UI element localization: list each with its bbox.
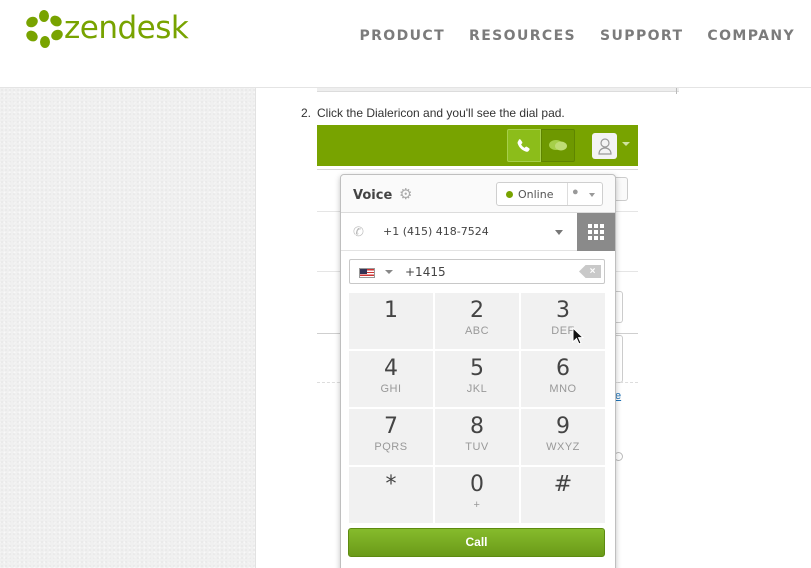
key-digit: 9 <box>556 414 570 439</box>
nav-resources[interactable]: RESOURCES <box>469 28 576 44</box>
phone-line-icon: ✆ <box>353 224 364 239</box>
status-dropdown[interactable]: Online ● <box>496 182 603 206</box>
key-9[interactable]: 9 WXYZ <box>521 409 605 465</box>
key-digit: 1 <box>384 298 398 323</box>
call-button[interactable]: Call <box>348 528 605 557</box>
divider <box>567 183 568 205</box>
key-hash[interactable]: # <box>521 467 605 523</box>
step-number: 2. <box>301 106 312 120</box>
online-dot-icon <box>506 191 513 198</box>
key-letters: MNO <box>549 383 577 395</box>
key-letters: + <box>473 499 481 511</box>
key-star[interactable]: * <box>349 467 433 523</box>
agent-toolbar <box>317 125 638 166</box>
divider <box>317 169 638 170</box>
key-digit: 4 <box>384 356 398 381</box>
chat-icon[interactable] <box>541 129 575 162</box>
key-digit: 0 <box>470 472 484 497</box>
chevron-down-icon[interactable] <box>622 142 630 146</box>
key-8[interactable]: 8 TUV <box>435 409 519 465</box>
key-letters: PQRS <box>374 441 408 453</box>
key-6[interactable]: 6 MNO <box>521 351 605 407</box>
backspace-icon[interactable]: × <box>579 265 601 278</box>
us-flag-icon[interactable] <box>359 268 375 278</box>
key-7[interactable]: 7 PQRS <box>349 409 433 465</box>
key-digit: 2 <box>470 298 484 323</box>
main-nav: PRODUCT RESOURCES SUPPORT COMPANY <box>335 28 795 44</box>
key-2[interactable]: 2 ABC <box>435 293 519 349</box>
step-instruction: 2. Click the Dialericon and you'll see th… <box>301 106 565 120</box>
key-digit: * <box>385 472 397 497</box>
key-digit: 7 <box>384 414 398 439</box>
left-sidebar <box>0 88 256 568</box>
zendesk-logo-icon <box>26 10 63 48</box>
zendesk-logo[interactable]: zendesk <box>24 10 189 48</box>
nav-support[interactable]: SUPPORT <box>600 28 683 44</box>
key-digit: # <box>553 472 573 497</box>
nav-company[interactable]: COMPANY <box>707 28 795 44</box>
voice-dialer: Voice ⚙ Online ● ✆ +1 (415) 418-7524 +14… <box>340 174 616 568</box>
key-4[interactable]: 4 GHI <box>349 351 433 407</box>
key-1[interactable]: 1 <box>349 293 433 349</box>
nav-product[interactable]: PRODUCT <box>359 28 445 44</box>
key-letters: ABC <box>464 325 490 337</box>
logo-text: zendesk <box>64 10 189 46</box>
chevron-down-icon <box>555 230 563 235</box>
globe-icon: ● <box>572 186 579 198</box>
mouse-cursor-icon <box>572 327 584 345</box>
dial-input-value: +1415 <box>405 265 446 279</box>
key-letters: JKL <box>466 383 488 395</box>
key-digit: 8 <box>470 414 484 439</box>
key-0[interactable]: 0 + <box>435 467 519 523</box>
key-letters: TUV <box>465 441 489 453</box>
dialer-title: Voice <box>353 188 393 203</box>
key-digit: 6 <box>556 356 570 381</box>
chevron-down-icon <box>589 193 595 197</box>
gear-icon[interactable]: ⚙ <box>399 185 412 203</box>
divider <box>676 88 677 94</box>
step-text: Click the Dialericon and you'll see the … <box>317 106 565 120</box>
status-label: Online <box>518 188 554 201</box>
previous-screenshot-edge <box>317 88 679 92</box>
key-5[interactable]: 5 JKL <box>435 351 519 407</box>
avatar-icon[interactable] <box>592 133 617 159</box>
key-digit: 3 <box>556 298 570 323</box>
dial-pad: 1 2 ABC 3 DEF 4 GHI 5 JKL 6 MNO 7 PQRS 8 TUV 9 W… <box>349 293 605 523</box>
chevron-down-icon[interactable] <box>385 270 393 274</box>
site-header: zendesk PRODUCT RESOURCES SUPPORT COMPAN… <box>0 0 811 88</box>
dialer-header: Voice ⚙ Online ● <box>341 175 615 213</box>
key-letters: WXYZ <box>546 441 580 453</box>
key-letters: GHI <box>380 383 402 395</box>
key-letters: DEF <box>551 325 575 337</box>
phone-line-selector[interactable]: ✆ +1 (415) 418-7524 <box>341 213 615 251</box>
key-3[interactable]: 3 DEF <box>521 293 605 349</box>
dial-input[interactable]: +1415 × <box>349 259 605 284</box>
phone-line-number: +1 (415) 418-7524 <box>383 225 489 238</box>
keypad-grid-icon[interactable] <box>577 213 615 251</box>
phone-icon[interactable] <box>507 129 541 162</box>
key-digit: 5 <box>470 356 484 381</box>
